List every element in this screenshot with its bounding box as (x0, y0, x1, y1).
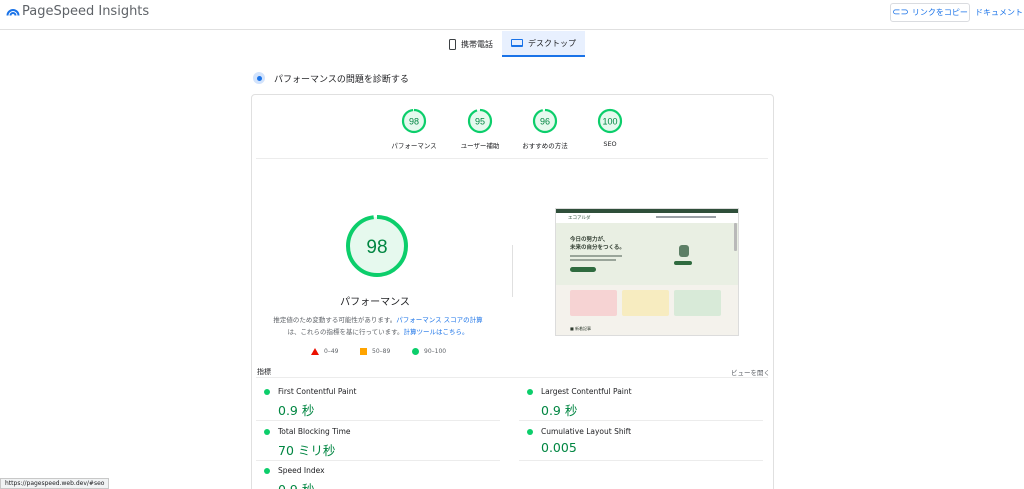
performance-score-large: 98 (366, 237, 387, 258)
screenshot-footer-text: ■ 新着記事 (570, 326, 592, 331)
gauge-label: SEO (603, 140, 617, 148)
link-icon: ⊂⊃ (892, 7, 909, 18)
screenshot-text-line (570, 255, 622, 257)
gauge-svg: 98 (401, 108, 427, 134)
gauges-divider (256, 158, 768, 159)
screenshot-card (622, 290, 669, 316)
gauge-svg: 95 (467, 108, 493, 134)
metric-cls-value: 0.005 (541, 440, 577, 455)
screenshot-hero (556, 223, 738, 285)
performance-score-calc-link[interactable]: パフォーマンス スコアの計算 (396, 316, 482, 324)
device-tabs: 携帯電話 デスクトップ (440, 31, 585, 57)
metric-separator (519, 460, 763, 461)
gauge-accessibility[interactable]: 95 ユーザー補助 (445, 107, 515, 150)
calculator-link[interactable]: 計算ツールはこちら。 (404, 328, 469, 336)
gauge-seo[interactable]: 100 SEO (575, 107, 645, 148)
pass-circle-icon (264, 389, 270, 395)
metrics-label: 指標 (257, 368, 271, 376)
metric-cls-name: Cumulative Layout Shift (541, 427, 632, 436)
metric-si-value: 0.9 秒 (278, 479, 314, 489)
screenshot-button (674, 261, 692, 265)
docs-link[interactable]: ドキュメント (975, 7, 1023, 18)
gauge-svg: 100 (597, 108, 623, 134)
legend-fail-range: 0–49 (324, 347, 339, 355)
metric-lcp-value: 0.9 秒 (541, 403, 578, 418)
desktop-icon (511, 39, 523, 47)
legend-pass: 90–100 (412, 346, 446, 356)
gauge-best-practices[interactable]: 96 おすすめの方法 (510, 107, 580, 150)
view-open-toggle[interactable]: ビューを開く (731, 367, 770, 377)
gauge-label: ユーザー補助 (460, 142, 500, 150)
vertical-separator (512, 245, 513, 297)
page-screenshot: エコアルダ 今日の努力が、 未来の自分をつくる。 ■ 新着記事 (555, 208, 739, 336)
legend-fail: 0–49 (311, 346, 338, 356)
copy-link-label: リンクをコピー (911, 8, 968, 17)
screenshot-button (570, 267, 596, 272)
gauge-svg: 96 (532, 108, 558, 134)
performance-title: パフォーマンス (340, 297, 410, 308)
triangle-icon (311, 347, 319, 355)
status-bar-url: https://pagespeed.web.dev/#seo (0, 478, 110, 489)
gauge-score: 98 (409, 117, 419, 127)
gauge-performance[interactable]: 98 パフォーマンス (379, 107, 449, 150)
metric-separator (519, 420, 763, 421)
tab-desktop-label: デスクトップ (528, 38, 576, 48)
screenshot-brand: エコアルダ (568, 216, 591, 221)
performance-note: 推定値のため変動する可能性があります。パフォーマンス スコアの計算は、これらの指… (268, 314, 488, 338)
tab-mobile-label: 携帯電話 (461, 39, 493, 49)
metric-separator (256, 460, 500, 461)
metric-separator (256, 420, 500, 421)
square-icon (360, 347, 367, 355)
performance-note-text-1: 推定値のため変動する可能性があります。 (273, 316, 397, 324)
screenshot-scrollbar (734, 223, 737, 251)
gauge-label: パフォーマンス (391, 142, 437, 150)
pass-circle-icon (264, 429, 270, 435)
metric-lcp-name: Largest Contentful Paint (541, 387, 632, 396)
gauge-score: 95 (475, 117, 485, 127)
metric-tbt-value: 70 ミリ秒 (278, 443, 336, 458)
diagnose-title: パフォーマンスの問題を診断する (274, 75, 409, 85)
screenshot-card (570, 290, 617, 316)
legend-average: 50–89 (360, 346, 390, 356)
metric-tbt-name: Total Blocking Time (278, 427, 351, 436)
screenshot-headline-2: 未来の自分をつくる。 (570, 245, 625, 251)
metrics-divider (256, 377, 768, 378)
gauge-label: おすすめの方法 (522, 142, 568, 150)
screenshot-headline: 今日の努力が、 未来の自分をつくる。 (570, 236, 625, 252)
performance-gauge-svg: 98 (346, 215, 408, 277)
metric-fcp-name: First Contentful Paint (278, 387, 357, 396)
screenshot-headline-1: 今日の努力が、 (570, 237, 609, 243)
diagnose-icon (253, 72, 265, 84)
tab-mobile[interactable]: 携帯電話 (440, 31, 502, 57)
pass-circle-icon (527, 429, 533, 435)
app-title: PageSpeed Insights (22, 4, 150, 19)
performance-note-text-2: は、これらの指標を基に行っています。 (287, 328, 404, 336)
screenshot-text-line (570, 259, 616, 261)
tab-desktop[interactable]: デスクトップ (502, 31, 585, 57)
pagespeed-logo-icon (6, 9, 20, 16)
copy-link-button[interactable]: ⊂⊃ リンクをコピー (890, 3, 970, 22)
phone-icon (449, 38, 456, 50)
metric-si-name: Speed Index (278, 466, 325, 475)
pass-circle-icon (264, 468, 270, 474)
gauge-score: 100 (602, 117, 617, 127)
performance-gauge-large: 98 (345, 214, 409, 282)
screenshot-illustration (679, 245, 689, 257)
screenshot-card (674, 290, 721, 316)
legend-pass-range: 90–100 (424, 347, 447, 355)
metric-fcp-value: 0.9 秒 (278, 403, 315, 418)
top-bar: PageSpeed Insights ⊂⊃ リンクをコピー ドキュメント (0, 0, 1024, 30)
legend-average-range: 50–89 (372, 347, 391, 355)
circle-icon (412, 347, 419, 355)
pass-circle-icon (527, 389, 533, 395)
gauge-score: 96 (540, 117, 550, 127)
screenshot-nav-text (656, 215, 716, 218)
